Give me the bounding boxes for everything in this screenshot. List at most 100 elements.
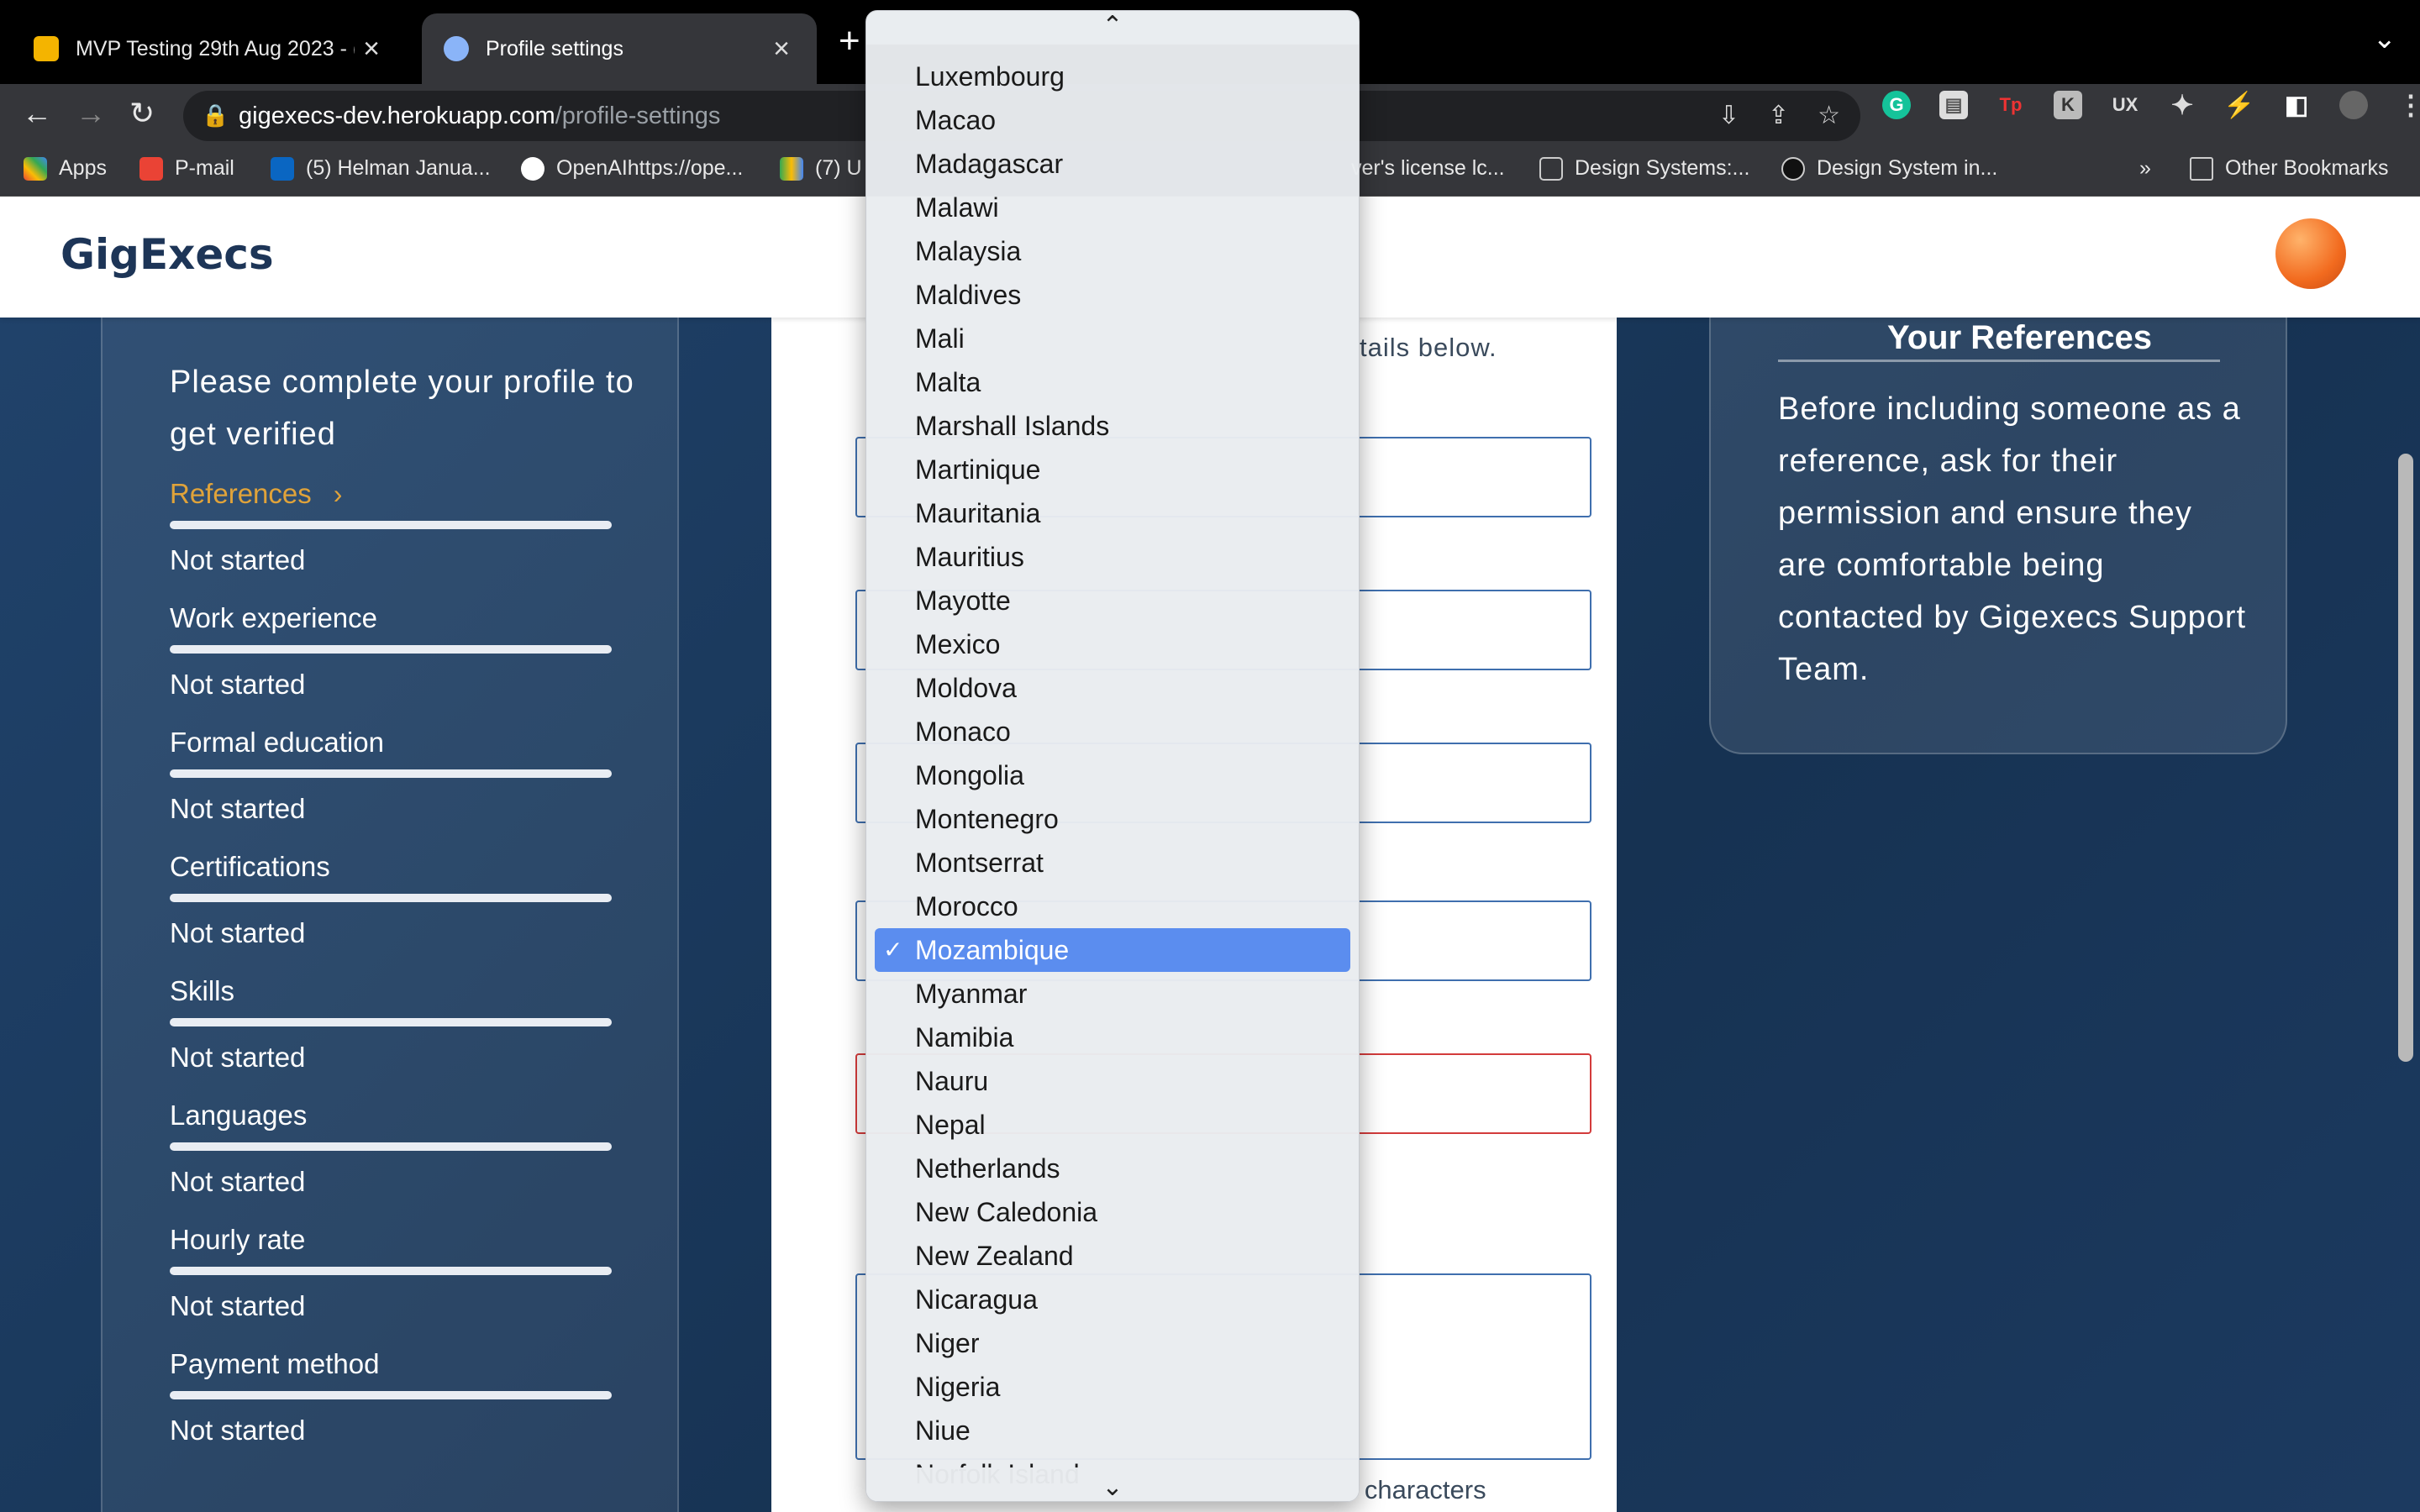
dropdown-option[interactable]: New Caledonia [875, 1190, 1350, 1234]
step-label[interactable]: Skills [170, 973, 612, 1010]
bookmark-linkedin[interactable]: (5) Helman Janua... [271, 156, 491, 181]
scroll-down-chevron-icon[interactable]: ⌄ [866, 1467, 1359, 1501]
dropdown-option[interactable]: Mauritius [875, 535, 1350, 579]
step-progress-bar [170, 769, 612, 778]
bookmark-pmail[interactable]: P-mail [139, 156, 234, 181]
google-slides-icon [34, 36, 59, 61]
dropdown-option[interactable]: Mayotte [875, 579, 1350, 622]
country-dropdown-list[interactable]: ⌃ Luxembourg Macao Madagascar Malawi Malaysi… [865, 10, 1360, 1502]
dropdown-option[interactable]: Nigeria [875, 1365, 1350, 1409]
step-label[interactable]: Work experience [170, 600, 612, 637]
dropdown-option[interactable]: Malawi [875, 186, 1350, 229]
scroll-up-chevron-icon[interactable]: ⌃ [866, 11, 1359, 45]
sidepanel-icon[interactable]: ◧ [2282, 91, 2311, 119]
bookmarks-overflow-icon[interactable]: » [2139, 156, 2151, 181]
profile-step[interactable]: Hourly rate Not started [170, 1221, 612, 1322]
dropdown-option[interactable]: Mali [875, 317, 1350, 360]
bookmark-apps[interactable]: Apps [24, 156, 107, 181]
bookmark-star-icon[interactable]: ☆ [1818, 101, 1840, 130]
checkmark-icon: ✓ [883, 937, 903, 963]
docs-icon[interactable]: ▤ [1939, 91, 1968, 119]
other-bookmarks[interactable]: Other Bookmarks [2190, 156, 2389, 181]
profile-step[interactable]: References › Not started [170, 475, 612, 576]
tab-search-chevron-icon[interactable]: ⌄ [2373, 22, 2397, 55]
kebab-menu-icon[interactable]: ⋮ [2396, 90, 2420, 120]
step-progress-bar [170, 1391, 612, 1399]
share-icon[interactable]: ⇪ [1768, 101, 1789, 130]
profile-step[interactable]: Certifications Not started [170, 848, 612, 949]
references-info-text: Before including someone as a reference,… [1778, 391, 2247, 687]
dropdown-option[interactable]: Luxembourg [875, 55, 1350, 98]
dropdown-option[interactable]: Mongolia [875, 753, 1350, 797]
apps-grid-icon [24, 156, 47, 181]
dropdown-option[interactable]: Mexico [875, 622, 1350, 666]
browser-tab-profile-settings[interactable]: Profile settings × [422, 13, 817, 84]
ux-extension-icon[interactable]: UX [2111, 91, 2139, 119]
omnibox-actions: ⇩ ⇪ ☆ [1718, 101, 1840, 130]
dropdown-option[interactable]: New Zealand [875, 1234, 1350, 1278]
bookmark-design-system-in[interactable]: Design System in... [1781, 156, 1997, 181]
step-label[interactable]: Languages [170, 1097, 612, 1134]
dropdown-option[interactable]: Nicaragua [875, 1278, 1350, 1321]
close-tab-icon[interactable]: × [355, 33, 388, 66]
profile-step[interactable]: Languages Not started [170, 1097, 612, 1198]
install-icon[interactable]: ⇩ [1718, 101, 1739, 130]
close-tab-icon[interactable]: × [765, 33, 798, 66]
grammarly-icon[interactable]: G [1882, 91, 1911, 119]
bookmark-drive[interactable]: (7) U [780, 156, 862, 181]
step-label[interactable]: Hourly rate [170, 1221, 612, 1258]
profile-step[interactable]: Work experience Not started [170, 600, 612, 701]
dropdown-option[interactable]: Netherlands [875, 1147, 1350, 1190]
step-label[interactable]: Certifications [170, 848, 612, 885]
speed-extension-icon[interactable]: ⚡ [2223, 91, 2254, 119]
bookmark-openai[interactable]: OpenAIhttps://ope... [521, 156, 743, 181]
step-progress-bar [170, 894, 612, 902]
step-label[interactable]: Formal education [170, 724, 612, 761]
dropdown-option[interactable]: Maldives [875, 273, 1350, 317]
dropdown-options: Luxembourg Macao Madagascar Malawi Malaysia M… [866, 55, 1359, 1496]
dropdown-option[interactable]: Montserrat [875, 841, 1350, 885]
tp-extension-icon[interactable]: Tp [1996, 91, 2025, 119]
dropdown-option[interactable]: Macao [875, 98, 1350, 142]
dropdown-option-selected[interactable]: ✓ Mozambique [875, 928, 1350, 972]
dropdown-option[interactable]: Montenegro [875, 797, 1350, 841]
browser-tab-mvp-testing[interactable]: MVP Testing 29th Aug 2023 - ( × [12, 13, 407, 84]
dropdown-option[interactable]: Mauritania [875, 491, 1350, 535]
profile-step[interactable]: Payment method Not started [170, 1346, 612, 1446]
step-status: Not started [170, 793, 306, 824]
k-extension-icon[interactable]: K [2054, 91, 2082, 119]
dropdown-option[interactable]: Madagascar [875, 142, 1350, 186]
dropdown-option[interactable]: Marshall Islands [875, 404, 1350, 448]
dropdown-option[interactable]: Nauru [875, 1059, 1350, 1103]
step-progress-bar [170, 521, 612, 529]
back-arrow-icon[interactable]: ← [22, 96, 52, 131]
step-progress-bar [170, 1267, 612, 1275]
new-tab-icon[interactable]: + [839, 20, 860, 62]
step-label[interactable]: Payment method [170, 1346, 612, 1383]
url-text[interactable]: gigexecs-dev.herokuapp.com/profile-setti… [239, 102, 720, 130]
page-scrollbar[interactable] [2398, 454, 2413, 1062]
chevron-right-icon: › [333, 478, 343, 509]
bookmark-license[interactable]: ver's license lc... [1351, 156, 1505, 181]
dropdown-option[interactable]: Martinique [875, 448, 1350, 491]
dropdown-option[interactable]: Niger [875, 1321, 1350, 1365]
dropdown-option[interactable]: Niue [875, 1409, 1350, 1452]
dropdown-option[interactable]: Malta [875, 360, 1350, 404]
dropdown-option[interactable]: Namibia [875, 1016, 1350, 1059]
dropdown-option[interactable]: Myanmar [875, 972, 1350, 1016]
bookmark-design-systems[interactable]: Design Systems:... [1539, 156, 1749, 181]
dropdown-option[interactable]: Monaco [875, 710, 1350, 753]
profile-step[interactable]: Skills Not started [170, 973, 612, 1074]
reload-icon[interactable]: ↻ [129, 96, 155, 131]
puzzle-extensions-icon[interactable]: ✦ [2168, 90, 2196, 120]
profile-step[interactable]: Formal education Not started [170, 724, 612, 825]
profile-avatar-icon[interactable] [2339, 91, 2368, 119]
step-label[interactable]: References › [170, 475, 612, 512]
dropdown-option[interactable]: Morocco [875, 885, 1350, 928]
dropdown-option[interactable]: Nepal [875, 1103, 1350, 1147]
dropdown-option[interactable]: Moldova [875, 666, 1350, 710]
dropdown-option[interactable]: Malaysia [875, 229, 1350, 273]
user-avatar[interactable] [2275, 218, 2346, 289]
site-logo[interactable]: GigExecs [60, 230, 274, 279]
forward-arrow-icon[interactable]: → [76, 96, 106, 131]
